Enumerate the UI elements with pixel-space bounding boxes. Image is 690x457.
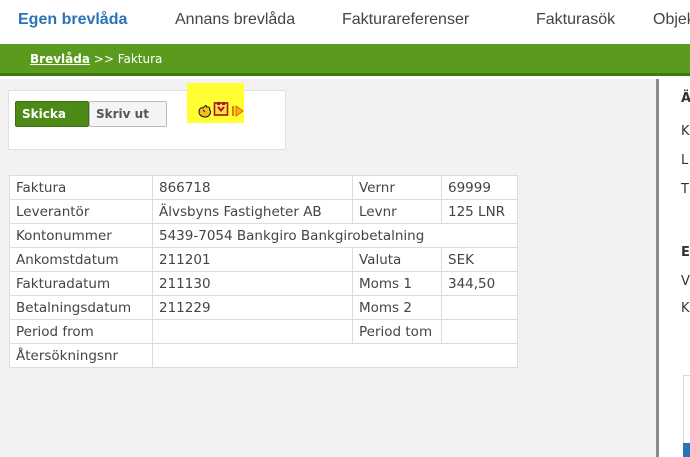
right-panel-text: K [681,124,690,139]
breadcrumb-separator: >> [93,52,114,66]
main-content: Skicka Skriv ut Faktura 866718 Vernr 699… [0,79,656,457]
label-leverantor: Leverantör [9,199,153,224]
label-faktura: Faktura [9,175,153,200]
document-icon[interactable] [213,101,229,117]
value-moms-2 [441,295,518,320]
breadcrumb-link-brevlada[interactable]: Brevlåda [30,52,90,66]
invoice-info-table: Faktura 866718 Vernr 69999 Leverantör Äl… [9,175,518,368]
tab-objekt[interactable]: Objek [653,11,690,29]
breadcrumb-current: Faktura [117,52,163,66]
toolbar: Skicka Skriv ut [8,90,286,150]
right-panel-text: V [681,274,690,289]
label-atersokningsnr: Återsökningsnr [9,343,153,368]
right-panel-text: L [681,153,689,168]
table-row: Betalningsdatum 211229 Moms 2 [9,295,518,320]
value-valuta: SEK [441,247,518,272]
table-row: Faktura 866718 Vernr 69999 [9,175,518,200]
right-panel-heading: E [681,245,690,260]
send-button[interactable]: Skicka [15,101,89,127]
value-vernr: 69999 [441,175,518,200]
top-navigation: Egen brevlåda Annans brevlåda Fakturaref… [0,0,690,44]
tab-fakturasok[interactable]: Fakturasök [536,11,615,29]
label-vernr: Vernr [352,175,442,200]
label-levnr: Levnr [352,199,442,224]
value-period-tom [441,319,518,344]
print-button[interactable]: Skriv ut [89,101,167,127]
right-panel-blue-element[interactable] [683,443,690,457]
tab-egen-brevlada[interactable]: Egen brevlåda [18,11,127,29]
tab-annans-brevlada[interactable]: Annans brevlåda [175,11,295,29]
value-atersokningsnr [152,343,518,368]
label-period-from: Period from [9,319,153,344]
label-fakturadatum: Fakturadatum [9,271,153,296]
label-kontonummer: Kontonummer [9,223,153,248]
value-leverantor: Älvsbyns Fastigheter AB [152,199,353,224]
breadcrumb-bar: Brevlåda >> Faktura [0,44,690,76]
breadcrumb: Brevlåda >> Faktura [30,52,162,66]
value-period-from [152,319,353,344]
table-row: Kontonummer 5439-7054 Bankgiro Bankgirob… [9,223,518,248]
right-panel: Ä K L T E V K [659,79,690,457]
label-period-tom: Period tom [352,319,442,344]
value-betalningsdatum: 211229 [152,295,353,320]
label-betalningsdatum: Betalningsdatum [9,295,153,320]
value-kontonummer: 5439-7054 Bankgiro Bankgirobetalning [152,223,518,248]
right-panel-heading: Ä [681,91,690,106]
right-panel-text: K [681,301,690,316]
value-ankomstdatum: 211201 [152,247,353,272]
label-moms-2: Moms 2 [352,295,442,320]
value-fakturadatum: 211130 [152,271,353,296]
label-valuta: Valuta [352,247,442,272]
tab-fakturareferenser[interactable]: Fakturareferenser [342,11,469,29]
table-row: Fakturadatum 211130 Moms 1 344,50 [9,271,518,296]
value-faktura: 866718 [152,175,353,200]
value-levnr: 125 LNR [441,199,518,224]
label-moms-1: Moms 1 [352,271,442,296]
arrow-right-icon[interactable] [231,104,245,118]
table-row: Leverantör Älvsbyns Fastigheter AB Levnr… [9,199,518,224]
table-row: Period from Period tom [9,319,518,344]
right-panel-text: T [681,182,689,197]
table-row: Återsökningsnr [9,343,518,368]
value-moms-1: 344,50 [441,271,518,296]
hand-icon[interactable] [197,103,213,119]
table-row: Ankomstdatum 211201 Valuta SEK [9,247,518,272]
label-ankomstdatum: Ankomstdatum [9,247,153,272]
